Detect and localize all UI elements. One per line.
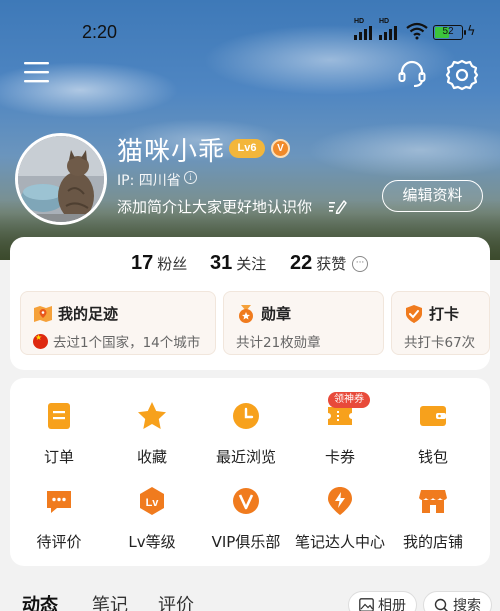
level-badge[interactable]: Lv6 — [229, 139, 265, 158]
info-icon[interactable]: i — [184, 171, 197, 184]
stat-followers[interactable]: 17 粉丝 — [131, 252, 187, 275]
search-button[interactable]: 搜索 — [423, 591, 492, 611]
shop-icon — [419, 490, 447, 513]
bio-text[interactable]: 添加简介让大家更好地认识你 — [117, 196, 312, 217]
stats-card: 17 粉丝 31 关注 22 获赞 ··· 我的足迹 去过1个国家，14个城市 — [10, 237, 490, 370]
map-pin-icon — [34, 305, 52, 322]
coupon-promo-tag: 领神券 — [328, 392, 370, 408]
signal-icon: HD — [354, 18, 372, 40]
verified-badge[interactable]: V — [271, 139, 290, 158]
service-vip-club[interactable]: VIP俱乐部 — [200, 485, 292, 552]
customer-service-button[interactable] — [396, 58, 428, 94]
service-recent[interactable]: 最近浏览 — [200, 400, 292, 467]
feature-footprint[interactable]: 我的足迹 去过1个国家，14个城市 — [20, 291, 216, 355]
service-favorites[interactable]: 收藏 — [106, 400, 198, 467]
service-note-expert[interactable]: 笔记达人中心 — [294, 485, 386, 552]
tab-reviews[interactable]: 评价 — [158, 591, 194, 611]
album-button[interactable]: 相册 — [348, 591, 417, 611]
review-icon — [47, 491, 71, 513]
svg-text:Lv: Lv — [146, 497, 160, 509]
service-level[interactable]: Lv Lv等级 — [106, 485, 198, 552]
status-time: 2:20 — [82, 22, 118, 42]
vip-icon — [233, 488, 259, 514]
service-my-shop[interactable]: 我的店铺 — [387, 485, 479, 552]
status-bar: 2:20 HD HD 52 ϟ — [0, 0, 500, 64]
gear-icon — [445, 59, 479, 91]
menu-button[interactable] — [24, 60, 50, 88]
headset-icon — [398, 60, 426, 87]
feature-checkin[interactable]: 打卡 共打卡67次 — [391, 291, 490, 355]
signal-icon-2: HD — [379, 18, 397, 40]
checkin-icon — [406, 304, 422, 323]
medal-icon — [239, 304, 253, 323]
menu-icon — [24, 62, 49, 83]
stat-following[interactable]: 31 关注 — [210, 252, 266, 275]
level-icon: Lv — [140, 487, 164, 515]
service-orders[interactable]: 订单 — [13, 400, 105, 467]
more-icon[interactable]: ··· — [352, 256, 368, 272]
wallet-icon — [420, 406, 446, 426]
search-icon — [434, 598, 449, 611]
charging-icon: ϟ — [467, 24, 476, 39]
china-flag-icon — [33, 333, 48, 349]
wifi-icon — [406, 22, 428, 40]
edit-pencil-icon[interactable] — [329, 198, 347, 214]
settings-button[interactable] — [445, 58, 479, 96]
tab-notes[interactable]: 笔记 — [92, 591, 128, 611]
ip-location: IP: 四川省 — [117, 173, 181, 189]
service-coupons[interactable]: 卡券 — [294, 400, 386, 467]
avatar[interactable] — [15, 133, 107, 225]
battery-icon: 52 — [433, 25, 466, 40]
lightning-icon — [328, 487, 352, 515]
star-icon — [138, 402, 166, 429]
tab-moments[interactable]: 动态 — [22, 591, 58, 611]
image-icon — [359, 598, 374, 611]
clock-icon — [233, 403, 259, 429]
service-wallet[interactable]: 钱包 — [387, 400, 479, 467]
username: 猫咪小乖 — [117, 137, 226, 167]
order-icon — [48, 403, 70, 429]
service-pending-review[interactable]: 待评价 — [13, 485, 105, 552]
stat-likes[interactable]: 22 获赞 — [290, 252, 346, 275]
feature-medals[interactable]: 勋章 共计21枚勋章 — [223, 291, 384, 355]
edit-profile-button[interactable]: 编辑资料 — [382, 180, 483, 212]
